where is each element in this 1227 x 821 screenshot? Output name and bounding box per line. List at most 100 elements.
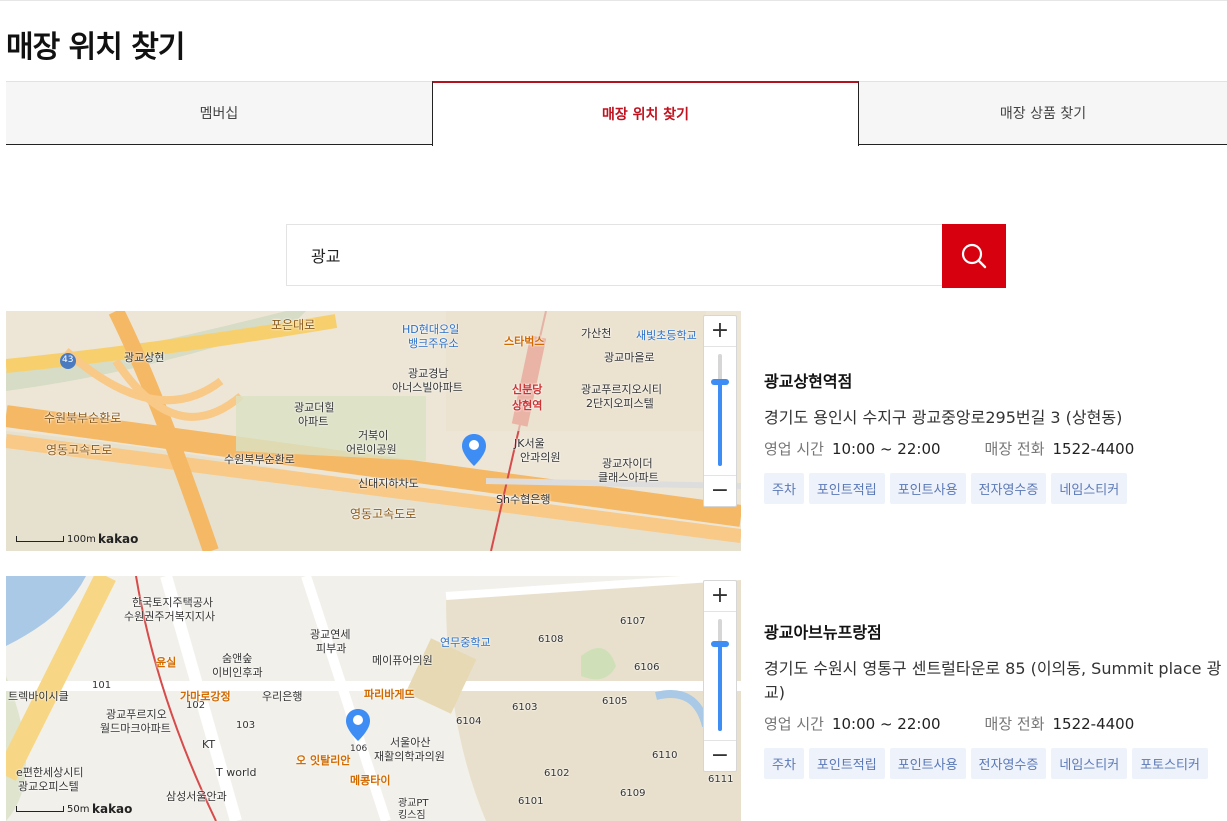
map-label: 아너스빌아파트: [392, 381, 463, 394]
map-label: 영동고속도로: [350, 507, 417, 521]
map-label: KT: [202, 738, 216, 751]
map-label: 이비인후과: [212, 666, 263, 679]
map-label: 삼성서울안과: [166, 790, 227, 803]
map-label: 우리은행: [262, 690, 303, 703]
service-tags: 주차 포인트적립 포인트사용 전자영수증 네임스티커: [764, 473, 1226, 504]
map-label: 가마로강정: [180, 690, 231, 703]
map-label: 43: [62, 355, 74, 365]
zoom-level-fill: [718, 382, 722, 466]
store-pin-icon[interactable]: [461, 433, 487, 467]
map-label: 클래스아파트: [598, 471, 659, 484]
tab-store-locator[interactable]: 매장 위치 찾기: [432, 81, 859, 146]
zoom-level-fill: [718, 643, 722, 731]
map-scale: 50m: [16, 804, 89, 815]
hours-label: 영업 시간: [764, 440, 824, 458]
map-label: 재활의학과의원: [374, 750, 445, 763]
store-address: 경기도 용인시 수지구 광교중앙로295번길 3 (상현동): [764, 408, 1123, 427]
tag-use-points: 포인트사용: [889, 473, 966, 504]
tag-e-receipt: 전자영수증: [970, 473, 1047, 504]
map-attribution: kakao: [92, 802, 133, 816]
store-map[interactable]: 한국토지주택공사 수원권주거복지지사 광교연세 피부과 연무중학교 6108 6…: [6, 576, 741, 821]
map-label: 포은대로: [271, 318, 316, 332]
map-label: 6104: [456, 716, 482, 727]
zoom-in-button[interactable]: +: [704, 581, 736, 612]
store-address: 경기도 수원시 영통구 센트럴타운로 85 (이의동, Summit place…: [764, 659, 1222, 702]
map-label: Sh수협은행: [496, 493, 551, 506]
map-attribution: kakao: [98, 532, 139, 546]
zoom-control: + −: [703, 315, 737, 507]
hours-value: 10:00 ~ 22:00: [831, 715, 941, 733]
map-label: 파리바게뜨: [364, 688, 415, 701]
tab-bar: 멤버십 매장 위치 찾기 매장 상품 찾기: [6, 81, 1227, 146]
store-name[interactable]: 광교상현역점: [764, 368, 1226, 392]
page-title: 매장 위치 찾기: [6, 30, 185, 65]
store-map[interactable]: 포은대로 HD현대오일 뱅크주유소 스타벅스 가산천 새빛초등학교 광교상현 광…: [6, 311, 741, 551]
map-label: 신대지하차도: [358, 477, 419, 490]
map-label: 아파트: [298, 415, 329, 428]
map-label: 새빛초등학교: [636, 329, 697, 342]
map-label: 윤실: [156, 656, 177, 669]
tag-e-receipt: 전자영수증: [970, 748, 1047, 779]
map-label: 가산천: [581, 327, 612, 340]
map-scale: 100m: [16, 534, 96, 545]
map-label: 수원북부순환로: [44, 411, 122, 425]
zoom-control: + −: [703, 580, 737, 772]
map-label: 어린이공원: [346, 443, 397, 456]
map-label: 6110: [652, 750, 678, 761]
map-label: 106: [350, 744, 368, 754]
map-label: 메콩타이: [350, 774, 391, 787]
tag-parking: 주차: [764, 748, 804, 779]
map-label: 광교오피스텔: [18, 780, 79, 793]
map-label: 6105: [602, 696, 628, 707]
zoom-slider-handle[interactable]: [711, 640, 729, 647]
map-label: 킹스짐: [398, 810, 426, 821]
search-box: [286, 224, 942, 286]
store-info: 광교아브뉴프랑점 경기도 수원시 영통구 센트럴타운로 85 (이의동, Sum…: [764, 619, 1226, 779]
map-label: 메이퓨어의원: [372, 654, 433, 667]
search-button[interactable]: [942, 224, 1006, 288]
map-label: 영동고속도로: [46, 443, 113, 457]
map-label: 수원북부순환로: [224, 453, 295, 466]
phone-value: 1522-4400: [1052, 715, 1135, 733]
map-label: 광교마을로: [604, 351, 655, 364]
service-tags: 주차 포인트적립 포인트사용 전자영수증 네임스티커 포토스티커: [764, 748, 1226, 779]
search-input[interactable]: [287, 225, 911, 285]
tag-earn-points: 포인트적립: [808, 473, 885, 504]
map-label: 수원권주거복지지사: [124, 610, 216, 623]
map-label: 상현역: [512, 399, 543, 412]
map-label: 연무중학교: [440, 636, 491, 649]
map-label: 101: [92, 680, 112, 691]
map-label: 신분당: [512, 383, 543, 396]
hours-value: 10:00 ~ 22:00: [831, 440, 941, 458]
tab-store-products[interactable]: 매장 상품 찾기: [859, 81, 1227, 145]
tab-membership[interactable]: 멤버십: [6, 81, 432, 145]
zoom-out-button[interactable]: −: [704, 740, 736, 771]
tag-name-sticker: 네임스티커: [1051, 748, 1128, 779]
phone-value: 1522-4400: [1052, 440, 1135, 458]
store-name[interactable]: 광교아브뉴프랑점: [764, 619, 1226, 643]
zoom-in-button[interactable]: +: [704, 316, 736, 347]
map-label: 6102: [544, 768, 570, 779]
phone-label: 매장 전화: [984, 715, 1045, 733]
map-label: 6111: [708, 774, 734, 785]
store-card: 포은대로 HD현대오일 뱅크주유소 스타벅스 가산천 새빛초등학교 광교상현 광…: [0, 311, 1227, 553]
map-label: 뱅크주유소: [408, 337, 459, 350]
tag-photo-sticker: 포토스티커: [1132, 748, 1208, 779]
tag-name-sticker: 네임스티커: [1051, 473, 1128, 504]
store-card: 한국토지주택공사 수원권주거복지지사 광교연세 피부과 연무중학교 6108 6…: [0, 576, 1227, 821]
map-label: 피부과: [316, 642, 347, 655]
map-label: 안과의원: [520, 451, 561, 464]
map-label: 오 잇탈리안: [296, 754, 351, 767]
hours-label: 영업 시간: [764, 715, 824, 733]
search-icon: [961, 243, 987, 269]
store-meta: 영업 시간 10:00 ~ 22:00 매장 전화 1522-4400: [764, 713, 1226, 734]
map-label: 6103: [512, 702, 538, 713]
map-label: 6107: [620, 616, 646, 627]
top-divider: [0, 0, 1227, 1]
map-label: 6109: [620, 788, 646, 799]
map-label: 스타벅스: [504, 335, 545, 348]
zoom-out-button[interactable]: −: [704, 475, 736, 506]
tag-parking: 주차: [764, 473, 804, 504]
store-pin-icon[interactable]: [345, 708, 371, 742]
zoom-slider-handle[interactable]: [711, 379, 729, 385]
